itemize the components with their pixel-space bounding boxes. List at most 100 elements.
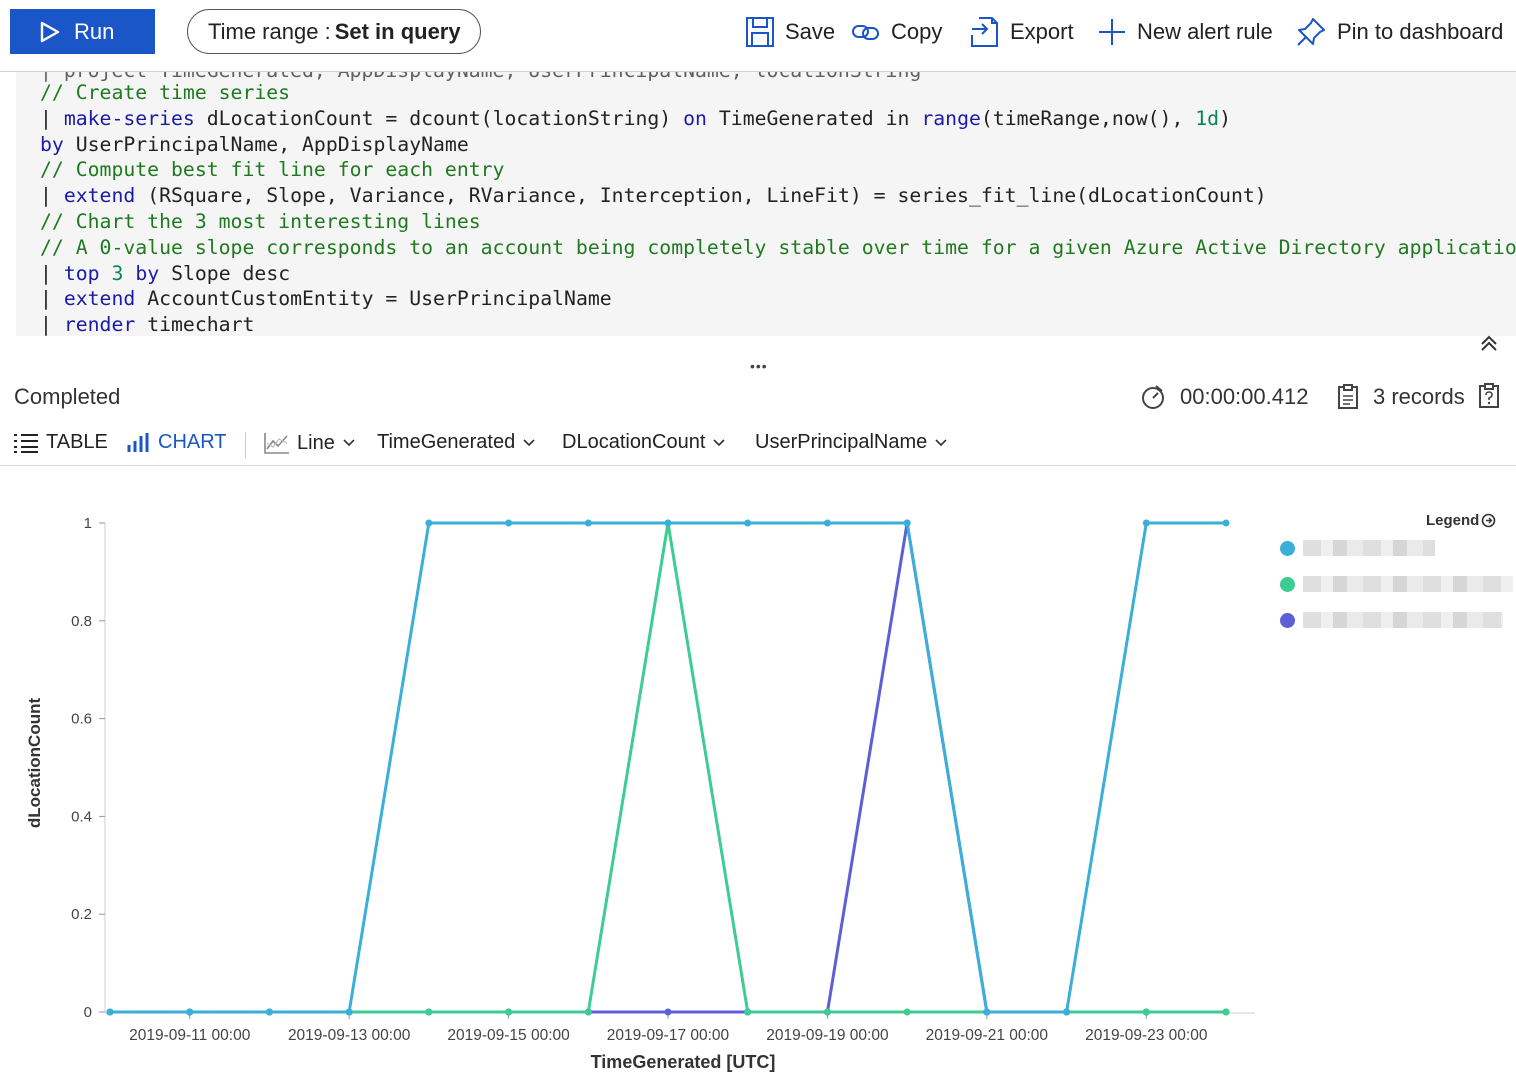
- query-editor[interactable]: | project TimeGenerated, AppDisplayName,…: [0, 72, 1516, 362]
- data-point: [425, 1008, 433, 1016]
- data-point: [345, 1008, 353, 1016]
- series-line-2: [110, 521, 1226, 1014]
- code-token: dLocationCount = dcount(locationString): [194, 106, 684, 130]
- code-token: (timeRange,now(),: [980, 106, 1196, 130]
- clipboard-icon: [1338, 384, 1358, 409]
- data-point: [744, 519, 752, 527]
- code-token: |: [40, 261, 64, 285]
- code-token: AccountCustomEntity = UserPrincipalName: [135, 287, 612, 311]
- chart-type-value: Line: [297, 431, 335, 454]
- save-icon: [746, 17, 774, 47]
- code-token: 1d: [1195, 106, 1220, 130]
- y-tick-label: 0.4: [71, 808, 92, 825]
- data-point: [664, 519, 672, 527]
- chart-tab-label: CHART: [158, 431, 227, 453]
- line-chart-icon: [264, 433, 289, 454]
- link-icon: [852, 25, 879, 40]
- data-point: [584, 519, 592, 527]
- code-token: render: [63, 313, 136, 336]
- data-point: [1063, 1008, 1071, 1016]
- legend-swatch: [1280, 576, 1295, 592]
- table-tab[interactable]: TABLE: [12, 431, 108, 454]
- table-tab-label: TABLE: [46, 431, 108, 453]
- code-token: make-series: [63, 106, 195, 130]
- code-token: timechart: [135, 313, 255, 336]
- table-list-icon: [14, 433, 38, 453]
- code-line[interactable]: | extend AccountCustomEntity = UserPrinc…: [40, 286, 612, 311]
- data-point: [186, 1008, 194, 1016]
- legend-label-redacted: [1303, 576, 1513, 592]
- plus-icon: [1099, 19, 1125, 45]
- time-range-prefix: Time range :: [208, 18, 331, 44]
- legend-item[interactable]: [1280, 610, 1516, 630]
- code-line[interactable]: // Chart the 3 most interesting lines: [40, 209, 481, 234]
- code-token: on: [683, 106, 707, 130]
- time-range-picker[interactable]: Time range : Set in query: [187, 9, 481, 54]
- y-axis-dropdown[interactable]: DLocationCount: [562, 431, 726, 454]
- code-token: ): [1219, 106, 1232, 130]
- chart-type-dropdown[interactable]: Line: [263, 431, 355, 455]
- save-button[interactable]: Save: [745, 12, 835, 52]
- data-point: [1222, 519, 1230, 527]
- code-line[interactable]: | make-series dLocationCount = dcount(lo…: [40, 106, 1231, 131]
- y-tick-label: 1: [84, 515, 92, 532]
- copy-button[interactable]: Copy: [851, 12, 942, 52]
- pin-icon: [1297, 18, 1325, 46]
- code-token: top: [63, 261, 100, 285]
- export-button[interactable]: Export: [968, 12, 1074, 52]
- chevron-down-icon: [935, 438, 947, 446]
- code-line[interactable]: // A 0-value slope corresponds to an acc…: [40, 235, 1516, 260]
- export-icon: [971, 17, 998, 47]
- code-token: extend: [63, 287, 136, 311]
- split-by-dropdown[interactable]: UserPrincipalName: [755, 431, 947, 454]
- legend-item[interactable]: [1280, 538, 1516, 558]
- run-button-label: Run: [74, 18, 115, 44]
- clipboard-help-icon[interactable]: [1478, 383, 1500, 409]
- query-toolbar: Run Time range : Set in query Save Copy …: [0, 0, 1516, 72]
- legend-item[interactable]: [1280, 574, 1516, 594]
- timechart[interactable]: 0 0.2 0.4 0.6 0.8 1 2019-09-11 00:00 2019-09-13…: [0, 466, 1516, 1080]
- code-line[interactable]: | render timechart: [40, 312, 254, 336]
- chart-area: 0 0.2 0.4 0.6 0.8 1 2019-09-11 00:00 2019-09-13…: [0, 466, 1516, 1080]
- data-point: [664, 1008, 672, 1016]
- bar-chart-icon: [127, 432, 149, 452]
- split-by-value: UserPrincipalName: [755, 431, 928, 453]
- series-line-0: [110, 521, 1226, 1014]
- records-value: 3 records: [1373, 384, 1465, 409]
- y-tick-label: 0.6: [71, 711, 92, 728]
- code-line[interactable]: by UserPrincipalName, AppDisplayName: [40, 132, 469, 157]
- code-line[interactable]: // Create time series: [40, 80, 290, 105]
- copy-label: Copy: [891, 19, 943, 44]
- data-point: [823, 519, 831, 527]
- time-range-value: Set in query: [334, 18, 461, 44]
- x-tick-label: 2019-09-21 00:00: [926, 1027, 1049, 1044]
- chart-tab[interactable]: CHART: [126, 431, 227, 454]
- query-code[interactable]: | project TimeGenerated, AppDisplayName,…: [16, 72, 1516, 336]
- code-token: TimeGenerated in: [706, 106, 922, 130]
- code-token: by: [135, 261, 160, 285]
- pin-to-dashboard-button[interactable]: Pin to dashboard: [1295, 12, 1503, 52]
- x-tick-label: 2019-09-13 00:00: [288, 1027, 411, 1044]
- view-divider: [245, 432, 246, 458]
- code-token: range: [921, 106, 981, 130]
- splitter-handle-icon[interactable]: •••: [750, 358, 768, 374]
- run-button[interactable]: Run: [10, 9, 155, 54]
- code-line[interactable]: | extend (RSquare, Slope, Variance, RVar…: [40, 183, 1267, 208]
- legend-title: Legend: [1426, 512, 1480, 529]
- export-label: Export: [1010, 19, 1074, 44]
- new-alert-rule-button[interactable]: New alert rule: [1097, 12, 1273, 52]
- x-axis-label: TimeGenerated [UTC]: [591, 1052, 776, 1072]
- code-line[interactable]: // Compute best fit line for each entry: [40, 157, 504, 182]
- legend-toggle[interactable]: Legend: [1426, 512, 1496, 529]
- x-tick-label: 2019-09-17 00:00: [607, 1027, 730, 1044]
- pin-to-dashboard-label: Pin to dashboard: [1337, 19, 1504, 44]
- code-token: // Chart the 3 most interesting lines: [40, 210, 481, 233]
- x-tick-label: 2019-09-15 00:00: [447, 1027, 570, 1044]
- data-point: [505, 519, 513, 527]
- duration-value: 00:00:00.412: [1180, 384, 1309, 409]
- x-axis-value: TimeGenerated: [377, 431, 516, 453]
- collapse-editor-icon[interactable]: [1478, 332, 1500, 354]
- x-axis-dropdown[interactable]: TimeGenerated: [377, 431, 535, 454]
- series-line-1: [110, 521, 1226, 1014]
- code-line[interactable]: | top 3 by Slope desc: [40, 261, 290, 286]
